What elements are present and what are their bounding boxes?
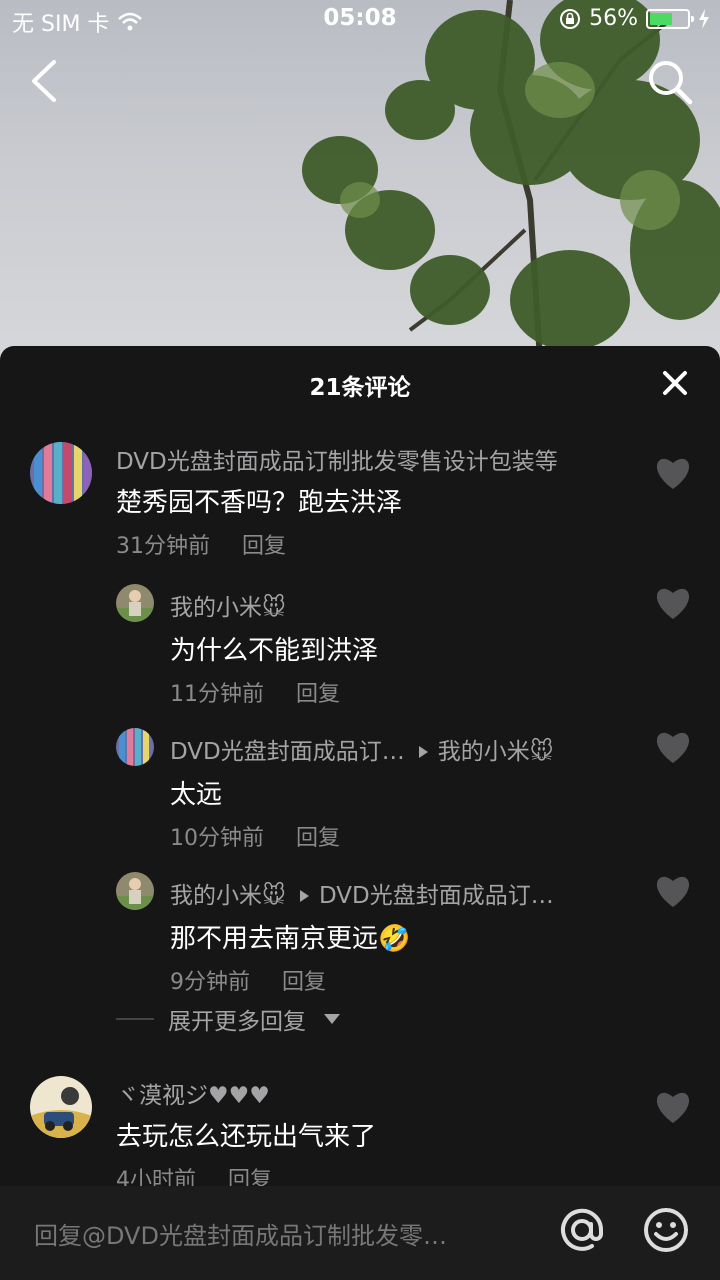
comment-input-bar: 回复@DVD光盘封面成品订制批发零…: [0, 1186, 720, 1280]
divider: [116, 1018, 154, 1020]
orientation-lock-icon: [560, 8, 581, 29]
status-bar: 无 SIM 卡 05:08 56%: [0, 0, 720, 40]
comment-meta: 9分钟前 回复: [170, 964, 326, 996]
heart-icon[interactable]: [654, 874, 692, 908]
avatar[interactable]: [116, 872, 154, 910]
avatar[interactable]: [116, 584, 154, 622]
comment-username[interactable]: 我的小米🐭: [170, 883, 286, 909]
chevron-down-icon: [324, 1014, 340, 1024]
avatar[interactable]: [30, 442, 92, 504]
chevron-left-icon[interactable]: [24, 56, 68, 106]
heart-icon[interactable]: [654, 456, 692, 490]
comment-time: 11分钟前: [170, 682, 264, 707]
comment-text: 为什么不能到洪泽: [170, 636, 379, 666]
reply-button[interactable]: 回复: [242, 534, 286, 559]
comment-text: 那不用去南京更远🤣: [170, 924, 411, 954]
comment-time: 9分钟前: [170, 970, 250, 995]
search-icon[interactable]: [646, 58, 694, 106]
battery-icon: [646, 8, 694, 29]
comment-username[interactable]: ヾ漠视ジ♥♥♥: [116, 1076, 270, 1110]
heart-icon[interactable]: [654, 730, 692, 764]
charging-icon: [699, 8, 709, 29]
comment-time: 10分钟前: [170, 826, 264, 851]
comment-username-line: DVD光盘封面成品订… 我的小米🐭: [170, 732, 554, 766]
close-icon[interactable]: [660, 368, 690, 398]
battery-percent: 56%: [589, 6, 638, 31]
comment-username[interactable]: DVD光盘封面成品订制批发零售设计包装等: [116, 442, 558, 476]
comment-username[interactable]: 我的小米🐭: [170, 588, 286, 622]
reply-button[interactable]: 回复: [296, 682, 340, 707]
comment-input[interactable]: 回复@DVD光盘封面成品订制批发零…: [34, 1216, 447, 1251]
expand-more-replies[interactable]: 展开更多回复: [116, 1002, 340, 1036]
comment-sheet: 21条评论 DVD光盘封面成品订制批发零售设计包装等 楚秀园不香吗？跑去洪泽 3…: [0, 346, 720, 1280]
comment-meta: 31分钟前 回复: [116, 528, 286, 560]
comment-count-title: 21条评论: [309, 375, 411, 401]
comment-meta: 11分钟前 回复: [170, 676, 340, 708]
heart-icon[interactable]: [654, 1090, 692, 1124]
comment-meta: 10分钟前 回复: [170, 820, 340, 852]
reply-to-username[interactable]: 我的小米🐭: [438, 739, 554, 765]
reply-to-username[interactable]: DVD光盘封面成品订…: [319, 883, 554, 909]
reply-button[interactable]: 回复: [282, 970, 326, 995]
avatar[interactable]: [116, 728, 154, 766]
comment-text: 去玩怎么还玩出气来了: [116, 1122, 377, 1152]
tree-image: [302, 0, 720, 360]
reply-arrow-icon: [418, 745, 428, 758]
avatar[interactable]: [30, 1076, 92, 1138]
comment-time: 31分钟前: [116, 534, 210, 559]
emoji-icon[interactable]: [642, 1206, 690, 1254]
comment-text: 太远: [170, 780, 223, 810]
expand-more-label: 展开更多回复: [168, 1009, 306, 1035]
comment-username-line: 我的小米🐭 DVD光盘封面成品订…: [170, 876, 554, 910]
comment-username[interactable]: DVD光盘封面成品订…: [170, 739, 405, 765]
heart-icon[interactable]: [654, 586, 692, 620]
reply-button[interactable]: 回复: [296, 826, 340, 851]
reply-arrow-icon: [300, 889, 309, 902]
video-background[interactable]: [0, 0, 720, 360]
at-icon[interactable]: [556, 1204, 608, 1256]
comment-text: 楚秀园不香吗？跑去洪泽: [116, 488, 403, 518]
